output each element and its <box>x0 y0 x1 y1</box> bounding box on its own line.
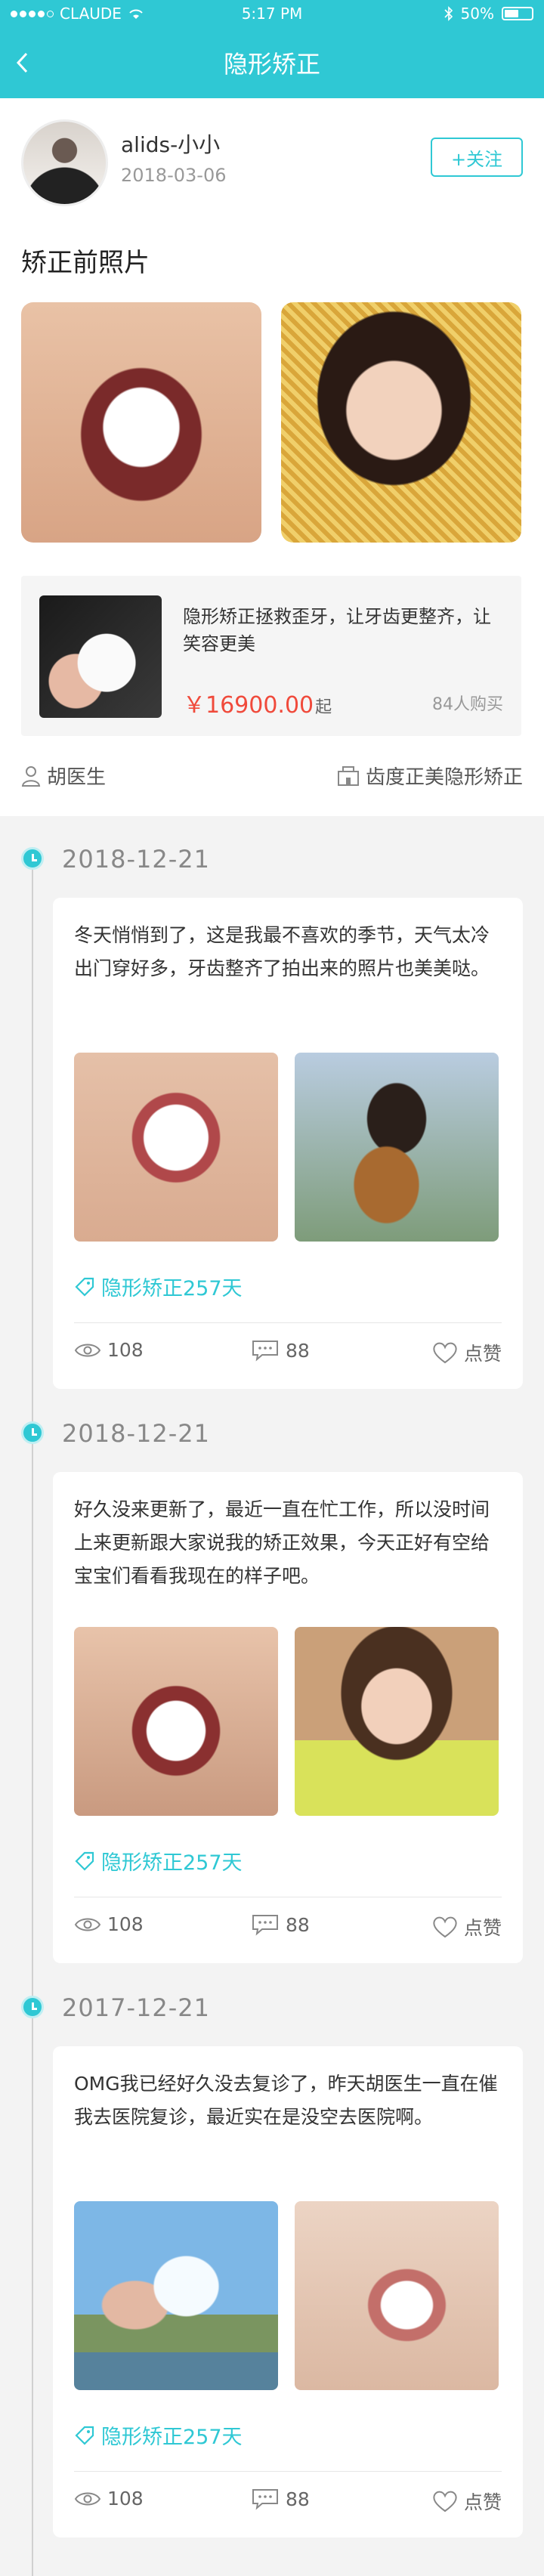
tag-label: 隐形矫正257天 <box>101 1851 243 1875</box>
comment-icon <box>252 1915 278 1936</box>
battery-percent: 50% <box>460 5 494 23</box>
tag-icon <box>75 2426 94 2445</box>
entry-text: 好久没来更新了，最近一直在忙工作，所以没时间上来更新跟大家说我的矫正效果，今天正… <box>74 1498 490 1587</box>
tag-link[interactable]: 隐形矫正257天 <box>74 1846 243 1876</box>
clock-icon <box>21 1996 44 2018</box>
tag-icon <box>75 1851 94 1871</box>
entry-photo[interactable] <box>74 2201 278 2390</box>
tag-icon <box>75 1277 94 1297</box>
views-count: 108 <box>107 1913 144 1935</box>
like-button[interactable]: 点赞 <box>432 1339 502 1366</box>
diary-entry[interactable]: 好久没来更新了，最近一直在忙工作，所以没时间上来更新跟大家说我的矫正效果，今天正… <box>53 1472 523 1963</box>
clock-icon <box>21 1421 44 1444</box>
heart-icon <box>433 2491 457 2513</box>
views-count: 108 <box>107 1339 144 1361</box>
clinic-link[interactable]: 齿度正美隐形矫正 <box>337 762 523 790</box>
entry-date: 2018-12-21 <box>62 1419 210 1448</box>
product-image <box>39 595 162 718</box>
views-counter: 108 <box>74 1913 144 1935</box>
price-value: ￥16900.00 <box>183 692 314 719</box>
clock-icon <box>21 847 44 870</box>
diary-entry[interactable]: 冬天悄悄到了，这是我最不喜欢的季节，天气太冷出门穿好多，牙齿整齐了拍出来的照片也… <box>53 898 523 1389</box>
divider <box>74 1322 502 1323</box>
comment-count: 88 <box>286 1913 310 1936</box>
entry-photo[interactable] <box>74 1053 278 1242</box>
app-header: CLAUDE 5:17 PM 50% 隐形矫正 <box>0 0 544 98</box>
entry-photo[interactable] <box>74 1627 278 1816</box>
views-counter: 108 <box>74 2488 144 2510</box>
page-title: 隐形矫正 <box>223 50 320 79</box>
tag-label: 隐形矫正257天 <box>101 2426 243 2449</box>
like-button[interactable]: 点赞 <box>432 1913 502 1941</box>
product-price: ￥16900.00起 <box>183 686 332 719</box>
divider <box>74 2471 502 2472</box>
timeline-line <box>32 2018 33 2576</box>
entry-date: 2017-12-21 <box>62 1993 210 2022</box>
avatar[interactable] <box>21 119 108 206</box>
status-bar: CLAUDE 5:17 PM 50% <box>0 0 544 29</box>
comment-count: 88 <box>286 1339 310 1362</box>
entry-photo[interactable] <box>295 2201 499 2390</box>
eye-icon <box>74 1344 101 1356</box>
doctor-link[interactable]: 胡医生 <box>21 762 106 790</box>
doctor-name: 胡医生 <box>47 766 107 789</box>
tag-link[interactable]: 隐形矫正257天 <box>74 2420 243 2450</box>
battery-icon <box>502 7 533 20</box>
follow-button[interactable]: +关注 <box>431 138 523 177</box>
comment-button[interactable]: 88 <box>251 1339 310 1362</box>
username: alids-小小 <box>121 132 221 157</box>
status-right: 50% <box>444 5 533 23</box>
like-button[interactable]: 点赞 <box>432 2488 502 2515</box>
eye-icon <box>74 2492 101 2505</box>
section-title: 矫正前照片 <box>21 248 150 278</box>
price-suffix: 起 <box>315 698 332 717</box>
views-count: 108 <box>107 2488 144 2510</box>
heart-icon <box>433 1916 457 1938</box>
timeline-line <box>32 869 33 1443</box>
comment-icon <box>252 2489 278 2510</box>
comment-count: 88 <box>286 2488 310 2510</box>
before-photo-teeth[interactable] <box>21 302 261 543</box>
timeline: 2018-12-21 冬天悄悄到了，这是我最不喜欢的季节，天气太冷出门穿好多，牙… <box>0 816 544 2576</box>
user-icon <box>21 765 41 787</box>
buyer-count: 84人购买 <box>432 695 503 714</box>
product-description: 隐形矫正拯救歪牙，让牙齿更整齐，让笑容更美 <box>183 606 491 654</box>
entry-photo[interactable] <box>295 1627 499 1816</box>
bluetooth-icon <box>444 6 453 21</box>
entry-text: OMG我已经好久没去复诊了，昨天胡医生一直在催我去医院复诊，最近实在是没空去医院… <box>74 2073 498 2128</box>
eye-icon <box>74 1918 101 1931</box>
profile-section: alids-小小 2018-03-06 +关注 矫正前照片 隐形矫正拯救歪牙，让… <box>0 98 544 816</box>
entry-text: 冬天悄悄到了，这是我最不喜欢的季节，天气太冷出门穿好多，牙齿整齐了拍出来的照片也… <box>74 924 490 979</box>
entry-photo[interactable] <box>295 1053 499 1242</box>
timeline-line <box>32 1443 33 2018</box>
post-date: 2018-03-06 <box>121 165 227 186</box>
tag-label: 隐形矫正257天 <box>101 1277 243 1300</box>
like-label: 点赞 <box>463 1917 502 1939</box>
entry-date: 2018-12-21 <box>62 845 210 874</box>
like-label: 点赞 <box>463 1343 502 1365</box>
before-photo-portrait[interactable] <box>281 302 521 543</box>
like-label: 点赞 <box>463 2491 502 2513</box>
hospital-icon <box>337 765 359 786</box>
heart-icon <box>433 1342 457 1364</box>
product-card[interactable]: 隐形矫正拯救歪牙，让牙齿更整齐，让笑容更美 ￥16900.00起 84人购买 <box>21 576 521 736</box>
views-counter: 108 <box>74 1339 144 1361</box>
diary-entry[interactable]: OMG我已经好久没去复诊了，昨天胡医生一直在催我去医院复诊，最近实在是没空去医院… <box>53 2046 523 2537</box>
comment-button[interactable]: 88 <box>251 1913 310 1936</box>
tag-link[interactable]: 隐形矫正257天 <box>74 1272 243 1301</box>
comment-icon <box>252 1341 278 1362</box>
comment-button[interactable]: 88 <box>251 2488 310 2510</box>
clinic-name: 齿度正美隐形矫正 <box>365 766 523 789</box>
